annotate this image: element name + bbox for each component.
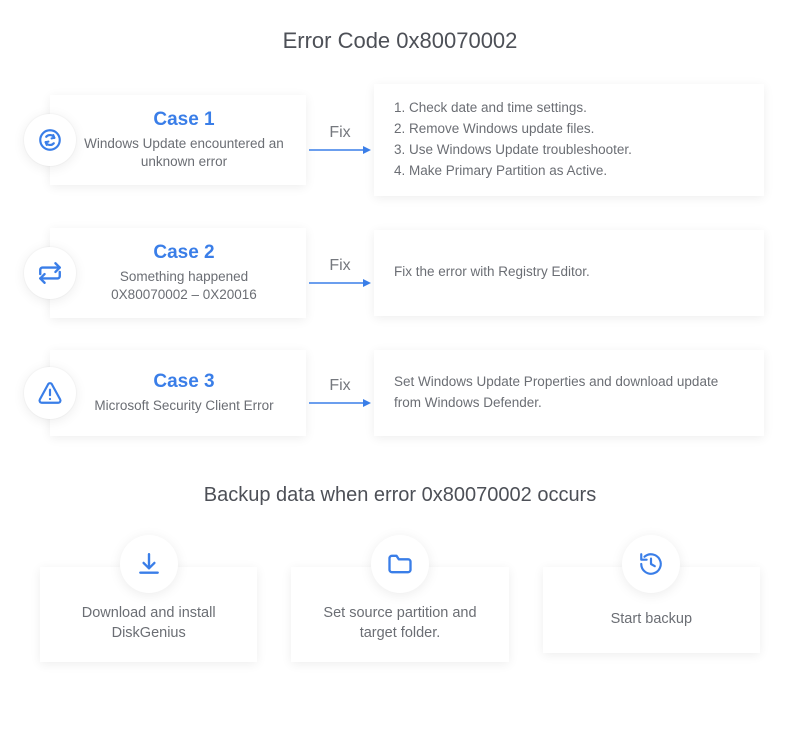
retweet-icon <box>24 247 76 299</box>
backup-step-text: Start backup <box>611 609 692 629</box>
fix-label: Fix <box>329 377 350 395</box>
backup-step: Download and install DiskGenius <box>40 535 257 662</box>
fix-card: Set Windows Update Properties and downlo… <box>374 350 764 436</box>
fix-item: 2. Remove Windows update files. <box>394 119 744 140</box>
fix-text: Set Windows Update Properties and downlo… <box>394 372 744 414</box>
case-title: Case 1 <box>153 109 214 131</box>
download-icon <box>120 535 178 593</box>
arrow-right-icon <box>309 397 371 409</box>
fix-label: Fix <box>329 257 350 275</box>
case-card: Case 3 Microsoft Security Client Error <box>50 350 306 436</box>
fix-item: 3. Use Windows Update troubleshooter. <box>394 140 744 161</box>
backup-step: Set source partition and target folder. <box>291 535 508 662</box>
warning-triangle-icon <box>24 367 76 419</box>
cases-container: Case 1 Windows Update encountered an unk… <box>0 84 800 436</box>
fix-connector: Fix <box>308 124 372 156</box>
case-card: Case 2 Something happened 0X80070002 – 0… <box>50 228 306 318</box>
case-description: Windows Update encountered an unknown er… <box>80 135 288 171</box>
fix-connector: Fix <box>308 377 372 409</box>
case-description: Something happened 0X80070002 – 0X20016 <box>80 268 288 304</box>
backup-step-text: Download and install DiskGenius <box>54 603 243 644</box>
case-title: Case 2 <box>153 242 214 264</box>
fix-item: 4. Make Primary Partition as Active. <box>394 161 744 182</box>
fix-connector: Fix <box>308 257 372 289</box>
backup-step: Start backup <box>543 535 760 662</box>
case-row: Case 1 Windows Update encountered an unk… <box>28 84 764 196</box>
refresh-circle-icon <box>24 114 76 166</box>
fix-list: 1. Check date and time settings. 2. Remo… <box>394 98 744 182</box>
case-description: Microsoft Security Client Error <box>94 397 273 415</box>
case-title: Case 3 <box>153 371 214 393</box>
arrow-right-icon <box>309 277 371 289</box>
page-title: Error Code 0x80070002 <box>0 0 800 84</box>
fix-card: Fix the error with Registry Editor. <box>374 230 764 316</box>
fix-item: 1. Check date and time settings. <box>394 98 744 119</box>
folder-icon <box>371 535 429 593</box>
arrow-right-icon <box>309 144 371 156</box>
case-row: Case 2 Something happened 0X80070002 – 0… <box>28 228 764 318</box>
fix-text: Fix the error with Registry Editor. <box>394 262 744 283</box>
case-card: Case 1 Windows Update encountered an unk… <box>50 95 306 185</box>
fix-label: Fix <box>329 124 350 142</box>
backup-steps: Download and install DiskGenius Set sour… <box>0 535 800 662</box>
fix-card: 1. Check date and time settings. 2. Remo… <box>374 84 764 196</box>
case-row: Case 3 Microsoft Security Client Error F… <box>28 350 764 436</box>
backup-section-title: Backup data when error 0x80070002 occurs <box>0 484 800 507</box>
backup-step-text: Set source partition and target folder. <box>305 603 494 644</box>
